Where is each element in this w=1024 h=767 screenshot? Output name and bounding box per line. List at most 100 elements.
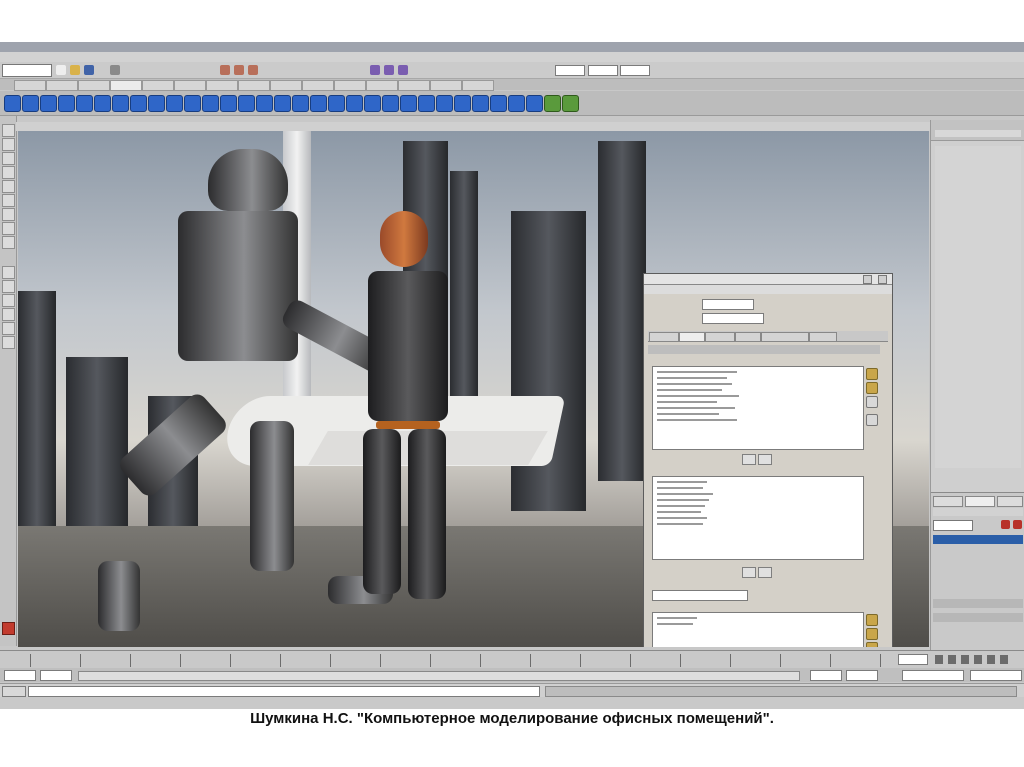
layer-row[interactable] <box>961 585 1001 594</box>
boolean-intersection-icon[interactable] <box>292 95 309 112</box>
play-forward-icon[interactable] <box>974 655 982 664</box>
open-scene-icon[interactable] <box>70 65 80 75</box>
shelf-tab-6[interactable] <box>174 80 206 91</box>
save-scene-icon[interactable] <box>84 65 94 75</box>
list-item[interactable] <box>657 481 707 483</box>
tab-quality[interactable] <box>735 332 761 342</box>
layer-tab-anim[interactable] <box>997 496 1023 507</box>
list-item[interactable] <box>657 517 707 519</box>
boolean-difference-icon[interactable] <box>274 95 291 112</box>
step-forward-icon[interactable] <box>987 655 995 664</box>
layer-row[interactable] <box>933 613 1023 622</box>
select-tool-icon[interactable] <box>2 124 15 137</box>
four-view-layout-icon[interactable] <box>2 280 15 293</box>
layer-row[interactable] <box>961 561 1001 570</box>
tab-common[interactable] <box>649 332 679 342</box>
end-time-field[interactable] <box>846 670 878 681</box>
shelf-tab-9[interactable] <box>270 80 302 91</box>
layer-tab-render[interactable] <box>965 496 995 507</box>
list-item[interactable] <box>657 419 737 421</box>
move-pass-down-button[interactable] <box>742 454 756 465</box>
list-item[interactable] <box>657 505 705 507</box>
playback-start-field[interactable] <box>40 670 72 681</box>
separate-icon[interactable] <box>202 95 219 112</box>
poke-face-icon[interactable] <box>562 95 579 112</box>
go-to-end-icon[interactable] <box>1000 655 1008 664</box>
new-layer-selected-icon[interactable] <box>1013 520 1022 529</box>
single-perspective-layout-icon[interactable] <box>2 266 15 279</box>
minimize-icon[interactable] <box>863 275 872 284</box>
graph-editor-layout-icon[interactable] <box>2 336 15 349</box>
command-input[interactable] <box>28 686 540 697</box>
shelf-tab-12[interactable] <box>366 80 398 91</box>
contribution-map-list[interactable] <box>652 612 864 647</box>
list-item[interactable] <box>657 377 727 379</box>
snap-curve-icon[interactable] <box>234 65 244 75</box>
mirror-geometry-icon[interactable] <box>310 95 327 112</box>
persp-graph-layout-icon[interactable] <box>2 308 15 321</box>
paint-select-tool-icon[interactable] <box>2 152 15 165</box>
step-back-icon[interactable] <box>948 655 956 664</box>
new-scene-icon[interactable] <box>56 65 66 75</box>
numeric-input-field-3[interactable] <box>620 65 650 76</box>
list-item[interactable] <box>657 617 697 619</box>
ipr-render-icon[interactable] <box>384 65 394 75</box>
render-using-dropdown[interactable] <box>702 313 764 324</box>
append-polygon-icon[interactable] <box>436 95 453 112</box>
layer-row-selected[interactable] <box>933 535 1023 544</box>
layer-row[interactable] <box>961 573 1001 582</box>
lasso-tool-icon[interactable] <box>2 138 15 151</box>
select-icon[interactable] <box>110 65 120 75</box>
playback-end-field[interactable] <box>810 670 842 681</box>
layer-row[interactable] <box>933 599 1023 608</box>
manipulator-tool-icon[interactable] <box>2 208 15 221</box>
poly-pipe-icon[interactable] <box>148 95 165 112</box>
poly-cube-icon[interactable] <box>22 95 39 112</box>
scene-passes-list[interactable] <box>652 366 864 450</box>
create-pass-icon-2[interactable] <box>866 382 878 394</box>
poly-cone-icon[interactable] <box>58 95 75 112</box>
add-contribution-icon[interactable] <box>866 614 878 626</box>
persp-outliner-layout-icon[interactable] <box>2 294 15 307</box>
range-slider[interactable] <box>0 668 1024 682</box>
render-settings-icon[interactable] <box>398 65 408 75</box>
animation-layer-dropdown[interactable] <box>902 670 964 681</box>
list-item[interactable] <box>657 413 719 415</box>
list-item[interactable] <box>657 511 701 513</box>
scale-tool-icon[interactable] <box>2 194 15 207</box>
list-item[interactable] <box>657 371 737 373</box>
triangulate-icon[interactable] <box>364 95 381 112</box>
tab-passes[interactable] <box>679 332 705 342</box>
list-item[interactable] <box>657 389 722 391</box>
shelf-tab-13[interactable] <box>398 80 430 91</box>
list-item[interactable] <box>657 407 735 409</box>
perspective-viewport[interactable] <box>18 131 929 647</box>
snap-point-icon[interactable] <box>248 65 258 75</box>
shelf-tab-7[interactable] <box>206 80 238 91</box>
character-set-dropdown[interactable] <box>970 670 1022 681</box>
shelf-tab-5[interactable] <box>142 80 174 91</box>
shelf-tab-3[interactable] <box>78 80 110 91</box>
layer-blend-mode-dropdown[interactable] <box>933 520 973 531</box>
associate-pass-button[interactable] <box>742 567 756 578</box>
go-to-start-icon[interactable] <box>935 655 943 664</box>
shelf-tab-10[interactable] <box>302 80 334 91</box>
list-item[interactable] <box>657 493 713 495</box>
menu-set-dropdown[interactable] <box>2 64 52 77</box>
script-editor-icon[interactable] <box>2 622 15 635</box>
shelf-tab-4[interactable] <box>110 80 142 91</box>
split-polygon-icon[interactable] <box>454 95 471 112</box>
list-item[interactable] <box>657 401 717 403</box>
poly-sphere-icon[interactable] <box>4 95 21 112</box>
add-contribution-icon-2[interactable] <box>866 628 878 640</box>
hypershade-layout-icon[interactable] <box>2 322 15 335</box>
offset-edge-loop-icon[interactable] <box>490 95 507 112</box>
list-item[interactable] <box>657 523 703 525</box>
extrude-icon[interactable] <box>400 95 417 112</box>
time-slider[interactable] <box>0 650 1024 669</box>
shelf-tab-14[interactable] <box>430 80 462 91</box>
poly-cylinder-icon[interactable] <box>40 95 57 112</box>
disassociate-pass-button[interactable] <box>758 567 772 578</box>
poly-torus-icon[interactable] <box>94 95 111 112</box>
last-tool-icon[interactable] <box>2 236 15 249</box>
